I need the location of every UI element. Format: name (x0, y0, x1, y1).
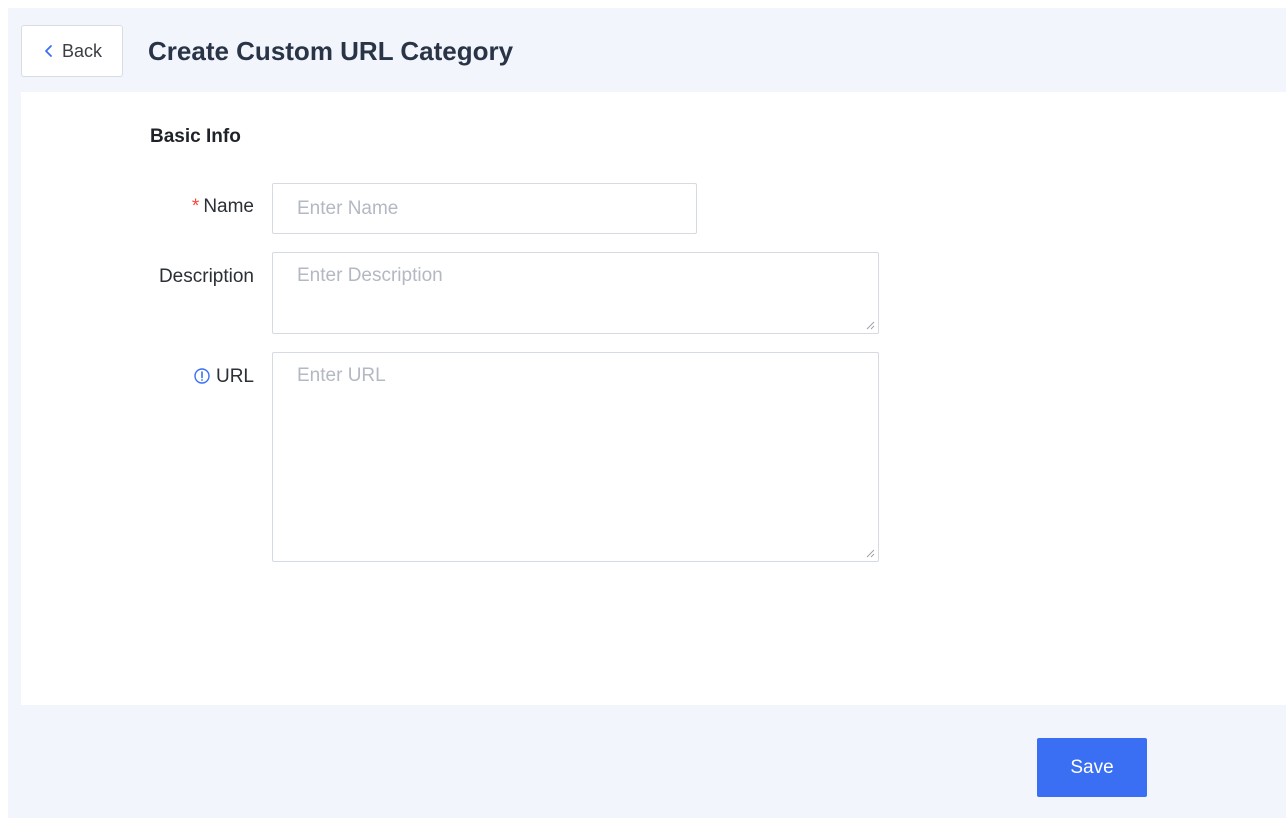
name-label-text: Name (203, 196, 254, 217)
resize-handle-icon[interactable] (865, 548, 875, 558)
back-button[interactable]: Back (21, 25, 123, 77)
name-input[interactable] (272, 183, 697, 234)
description-textarea[interactable] (272, 252, 879, 334)
section-title: Basic Info (150, 126, 241, 147)
description-label: Description (158, 266, 254, 287)
chevron-left-icon (45, 45, 52, 57)
resize-handle-icon[interactable] (865, 320, 875, 330)
url-label: URL (194, 366, 254, 388)
info-circle-icon[interactable] (194, 368, 210, 384)
name-label: * Name (192, 196, 254, 218)
back-button-label: Back (61, 40, 103, 61)
save-button[interactable]: Save (1037, 738, 1147, 797)
page-title: Create Custom URL Category (148, 36, 514, 66)
url-textarea[interactable] (272, 352, 879, 562)
url-label-text: URL (215, 366, 254, 387)
required-mark: * (191, 196, 200, 217)
